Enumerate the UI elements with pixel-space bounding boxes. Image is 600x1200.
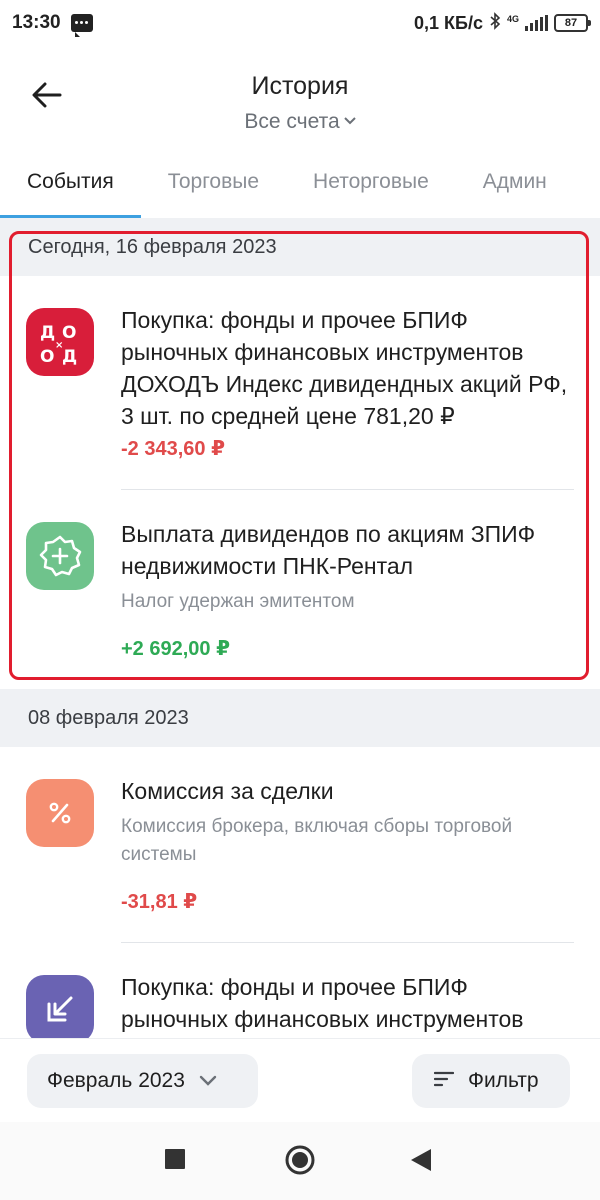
list-item[interactable]: Выплата дивидендов по акциям ЗПИФ недвиж…	[0, 490, 600, 689]
operation-amount: -2 343,60 ₽	[121, 438, 225, 460]
network-speed: 0,1 КБ/с	[414, 12, 483, 33]
tab-trading[interactable]: Торговые	[141, 146, 286, 218]
recent-apps-button[interactable]	[164, 1148, 186, 1175]
chevron-down-icon	[199, 1069, 217, 1093]
tab-non-trading[interactable]: Неторговые	[286, 146, 456, 218]
tab-bar: События Торговые Неторговые Админ	[0, 146, 600, 218]
month-selector-button[interactable]: Февраль 2023	[27, 1054, 258, 1108]
operation-title: Комиссия за сделки	[121, 778, 334, 804]
square-icon	[165, 1149, 185, 1169]
home-circle-icon	[285, 1145, 315, 1175]
operation-subtitle: Налог удержан эмитентом	[121, 591, 355, 612]
battery-icon: 87	[554, 14, 591, 32]
filter-button[interactable]: Фильтр	[412, 1054, 570, 1108]
account-selector-label: Все счета	[244, 110, 340, 133]
svg-text:О: О	[40, 347, 54, 367]
operations-feed[interactable]: Сегодня, 16 февраля 2023 Д О × О Д Покуп…	[0, 218, 600, 1038]
svg-text:Д: Д	[62, 347, 77, 367]
buy-arrow-icon	[26, 975, 94, 1038]
month-label: Февраль 2023	[47, 1069, 185, 1092]
message-notification-icon	[70, 14, 93, 37]
operation-amount: +2 692,00 ₽	[121, 638, 231, 660]
status-bar: 13:30 0,1 КБ/с 4G 87	[0, 0, 600, 46]
dohod-logo-icon: Д О × О Д	[26, 308, 94, 376]
list-item[interactable]: Покупка: фонды и прочее БПИФ рыночных фи…	[0, 943, 600, 1038]
bluetooth-icon	[489, 11, 501, 35]
network-type: 4G	[506, 13, 519, 24]
operation-subtitle: Комиссия брокера, включая сборы торговой…	[121, 816, 513, 865]
home-button[interactable]	[284, 1144, 316, 1181]
svg-text:Д: Д	[40, 323, 55, 343]
dividend-badge-icon	[26, 522, 94, 590]
status-time: 13:30	[12, 12, 61, 33]
list-item[interactable]: Комиссия за сделки Комиссия брокера, вкл…	[0, 747, 600, 943]
operation-title: Выплата дивидендов по акциям ЗПИФ недвиж…	[121, 521, 536, 579]
tab-admin[interactable]: Админ	[456, 146, 574, 218]
bottom-bar: Февраль 2023 Фильтр	[0, 1038, 600, 1122]
tab-events[interactable]: События	[0, 146, 141, 218]
battery-level: 87	[564, 17, 578, 29]
status-indicators: 0,1 КБ/с 4G 87	[414, 11, 591, 35]
date-header: 08 февраля 2023	[0, 689, 600, 747]
page-title: История	[251, 72, 349, 100]
chevron-down-icon	[343, 112, 356, 128]
system-navigation-bar	[0, 1122, 600, 1200]
operation-title: Покупка: фонды и прочее БПИФ рыночных фи…	[121, 307, 568, 429]
filter-icon	[433, 1069, 455, 1093]
header: История Все счета	[0, 46, 600, 146]
back-nav-button[interactable]	[410, 1148, 432, 1177]
triangle-back-icon	[411, 1149, 431, 1171]
svg-text:О: О	[62, 323, 76, 343]
list-item[interactable]: Д О × О Д Покупка: фонды и прочее БПИФ р…	[0, 276, 600, 490]
account-selector[interactable]: Все счета	[0, 110, 600, 134]
signal-icon	[525, 15, 548, 31]
percent-icon	[26, 779, 94, 847]
filter-label: Фильтр	[468, 1069, 539, 1092]
date-header: Сегодня, 16 февраля 2023	[0, 218, 600, 276]
operation-amount: -31,81 ₽	[121, 891, 198, 913]
operation-title: Покупка: фонды и прочее БПИФ рыночных фи…	[121, 974, 524, 1032]
